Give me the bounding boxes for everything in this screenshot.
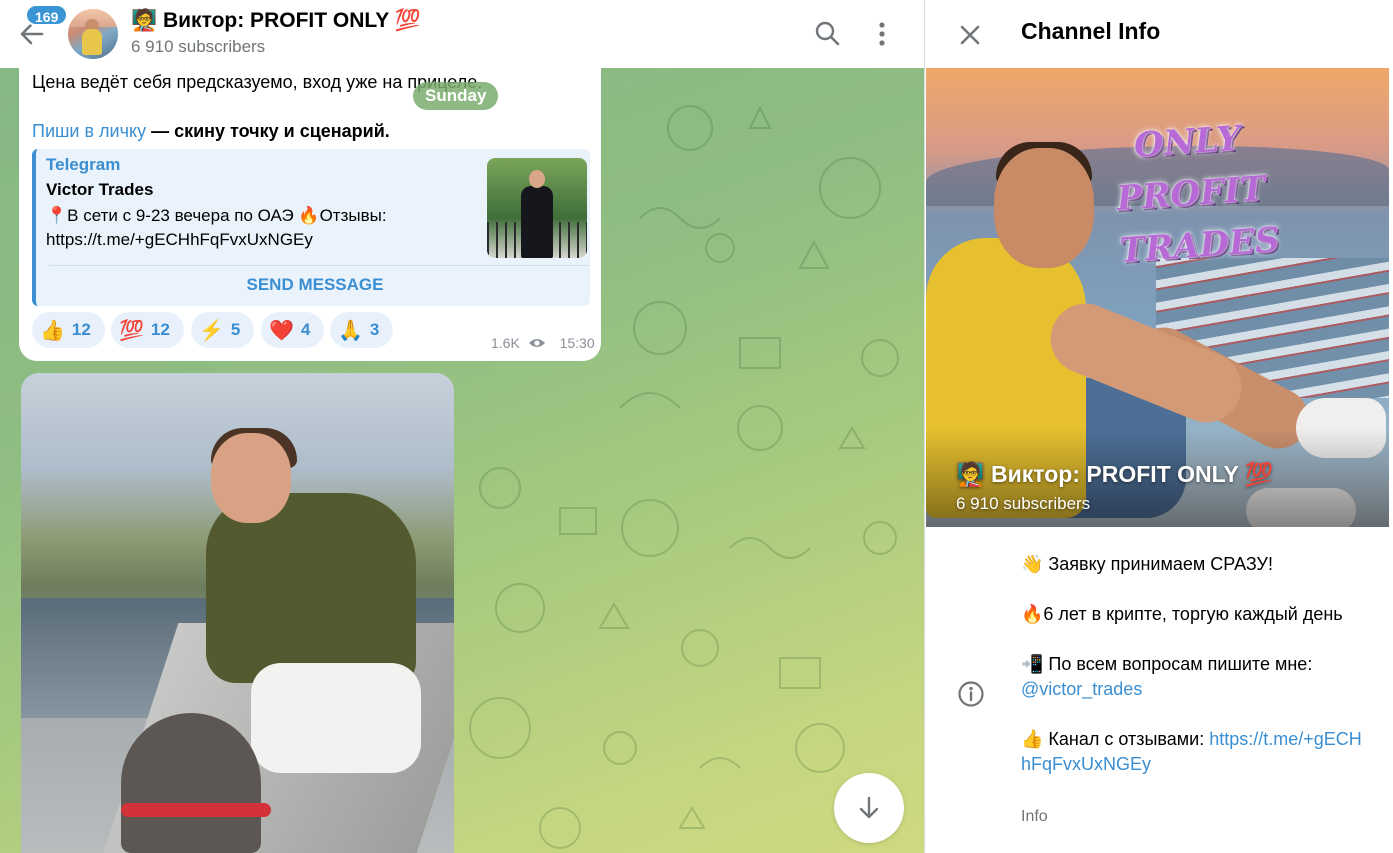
preview-description: 📍В сети с 9-23 вечера по ОАЭ 🔥Отзывы: ht… <box>46 206 387 249</box>
arrow-down-icon <box>859 796 879 819</box>
reaction-hundred[interactable]: 💯 12 <box>111 312 184 348</box>
close-icon[interactable] <box>955 20 985 50</box>
panel-title: Channel Info <box>1021 18 1161 44</box>
reaction-count: 12 <box>150 320 170 339</box>
cover-channel-title: 🧑‍🏫 Виктор: PROFIT ONLY 💯 <box>956 461 1274 487</box>
link-preview[interactable]: Telegram Victor Trades 📍В сети с 9-23 ве… <box>32 149 590 306</box>
reaction-lightning[interactable]: ⚡ 5 <box>191 312 254 348</box>
reaction-count: 5 <box>230 320 241 339</box>
message-meta: 1.6K 15:30 <box>491 335 595 351</box>
reaction-thumbs-up[interactable]: 👍 12 <box>32 312 105 348</box>
info-field-label: Info <box>1021 808 1048 825</box>
reaction-heart[interactable]: ❤️ 4 <box>261 312 324 348</box>
message-bold-text: — скину точку и сценарий. <box>146 121 390 141</box>
description-line: 🔥6 лет в крипте, торгую каждый день <box>1021 604 1343 624</box>
channel-description: 👋 Заявку принимаем СРАЗУ! 🔥6 лет в крипт… <box>1021 552 1371 802</box>
channel-avatar[interactable] <box>68 9 118 59</box>
chat-header: 169 🧑‍🏫 Виктор: PROFIT ONLY 💯 6 910 subs… <box>0 0 924 68</box>
channel-cover-photo[interactable]: ONLY PROFIT TRADES 🧑‍🏫 Виктор: PROFIT ON… <box>926 68 1389 527</box>
reaction-pray[interactable]: 🙏 3 <box>330 312 393 348</box>
message-text-line: Пиши в личку — скину точку и сценарий. <box>32 121 390 142</box>
channel-info-panel: Channel Info ONLY PROFIT TRADES 🧑‍🏫 Викт… <box>924 0 1393 853</box>
send-message-button[interactable]: SEND MESSAGE <box>36 275 594 295</box>
username-link[interactable]: @victor_trades <box>1021 679 1142 699</box>
preview-thumbnail <box>487 158 587 258</box>
message-time: 15:30 <box>559 335 595 351</box>
cover-subscriber-count: 6 910 subscribers <box>956 494 1091 513</box>
photo-message[interactable] <box>21 373 454 853</box>
heart-icon: ❤️ <box>269 319 294 342</box>
lightning-icon: ⚡ <box>199 319 224 342</box>
search-icon[interactable] <box>812 18 844 50</box>
cover-logo-text: ONLY PROFIT TRADES <box>1115 118 1281 272</box>
hundred-icon: 💯 <box>119 319 144 342</box>
preview-site-name: Telegram <box>46 155 121 174</box>
pray-icon: 🙏 <box>338 319 363 342</box>
description-line: 👍 Канал с отзывами: https://t.me/+gECHhF… <box>1021 727 1371 777</box>
message-bubble: Цена ведёт себя предсказуемо, вход уже н… <box>19 50 601 361</box>
chat-panel: 169 🧑‍🏫 Виктор: PROFIT ONLY 💯 6 910 subs… <box>0 0 924 853</box>
eye-icon <box>528 339 545 347</box>
scroll-to-bottom-button[interactable] <box>834 773 904 843</box>
subscriber-count: 6 910 subscribers <box>131 37 266 56</box>
more-vertical-icon[interactable] <box>866 18 898 50</box>
unread-count-badge: 169 <box>25 4 69 26</box>
description-line: 📲 По всем вопросам пишите мне: @victor_tr… <box>1021 652 1371 702</box>
view-count: 1.6K <box>491 335 520 351</box>
channel-title[interactable]: 🧑‍🏫 Виктор: PROFIT ONLY 💯 <box>131 9 421 33</box>
date-separator: Sunday <box>413 82 499 110</box>
reaction-count: 4 <box>300 320 311 339</box>
message-link[interactable]: Пиши в личку <box>32 121 146 141</box>
info-icon <box>958 681 984 707</box>
description-text: 👍 Канал с отзывами: <box>1021 729 1210 749</box>
preview-divider <box>49 265 590 266</box>
description-text: 📲 По всем вопросам пишите мне: <box>1021 654 1313 674</box>
description-line: 👋 Заявку принимаем СРАЗУ! <box>1021 554 1273 574</box>
reaction-count: 12 <box>71 320 91 339</box>
thumbs-up-icon: 👍 <box>40 319 65 342</box>
reaction-count: 3 <box>369 320 380 339</box>
preview-title: Victor Trades <box>46 180 154 199</box>
